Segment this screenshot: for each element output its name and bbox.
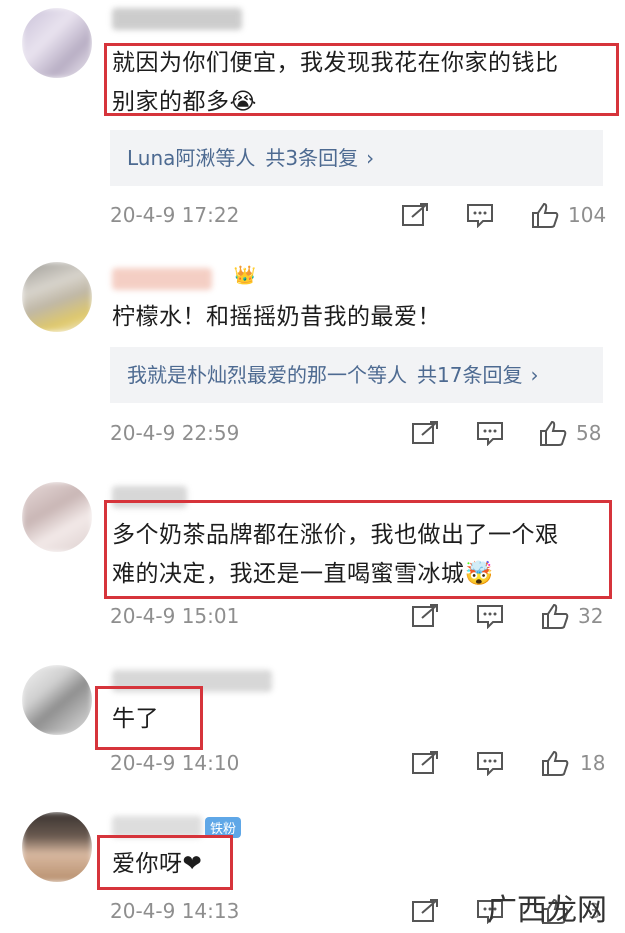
repost-icon[interactable] (410, 750, 440, 776)
repost-icon[interactable] (400, 202, 430, 228)
comment-icon[interactable] (475, 603, 505, 629)
avatar[interactable] (22, 262, 92, 332)
reply-users: 我就是朴灿烈最爱的那一个等人 (127, 363, 407, 387)
chevron-right-icon: › (530, 363, 539, 387)
avatar[interactable] (22, 8, 92, 78)
comment-meta: 20-4-9 17:22 104 (110, 200, 610, 230)
repost-icon[interactable] (410, 603, 440, 629)
comment-meta: 20-4-9 22:59 58 (110, 418, 610, 448)
like-count: 18 (580, 751, 606, 775)
timestamp: 20-4-9 14:13 (110, 899, 240, 923)
watermark-logo: 广西龙网 (487, 893, 607, 928)
repost-icon[interactable] (410, 898, 440, 924)
comment-text: 柠檬水！和摇摇奶昔我的最爱！ (112, 304, 441, 330)
like-icon[interactable] (530, 202, 560, 228)
crown-badge-icon: 👑 (233, 265, 257, 286)
timestamp: 20-4-9 15:01 (110, 604, 240, 628)
username-blurred[interactable] (112, 8, 242, 30)
like-icon[interactable] (540, 603, 570, 629)
reply-count: 共17条回复 (417, 363, 523, 387)
reply-count: 共3条回复 (265, 146, 359, 170)
comment-icon[interactable] (465, 202, 495, 228)
like-icon[interactable] (540, 750, 570, 776)
chevron-right-icon: › (366, 146, 375, 170)
like-icon[interactable] (538, 420, 568, 446)
like-count: 32 (578, 604, 604, 628)
avatar[interactable] (22, 482, 92, 552)
like-count: 104 (568, 203, 607, 227)
timestamp: 20-4-9 17:22 (110, 203, 240, 227)
comment-text: 多个奶茶品牌都在涨价，我也做出了一个艰 难的决定，我还是一直喝蜜雪冰城🤯 (112, 522, 559, 587)
comment-icon[interactable] (475, 750, 505, 776)
timestamp: 20-4-9 14:10 (110, 751, 240, 775)
comment-text: 就因为你们便宜，我发现我花在你家的钱比 别家的都多😭 (112, 50, 559, 115)
timestamp: 20-4-9 22:59 (110, 421, 240, 445)
like-count: 58 (576, 421, 602, 445)
reply-users: Luna阿湫等人 (127, 146, 256, 170)
avatar[interactable] (22, 665, 92, 735)
avatar[interactable] (22, 812, 92, 882)
comment-text: 牛了 (112, 706, 159, 732)
username-blurred[interactable] (112, 268, 212, 290)
replies-link[interactable]: Luna阿湫等人 共3条回复 › (110, 130, 603, 186)
comment-meta: 20-4-9 15:01 32 (110, 601, 610, 631)
comment-meta: 20-4-9 14:10 18 (110, 748, 610, 778)
replies-link[interactable]: 我就是朴灿烈最爱的那一个等人 共17条回复 › (110, 347, 603, 403)
comment-text: 爱你呀❤ (112, 851, 203, 877)
comment-icon[interactable] (475, 420, 505, 446)
repost-icon[interactable] (410, 420, 440, 446)
